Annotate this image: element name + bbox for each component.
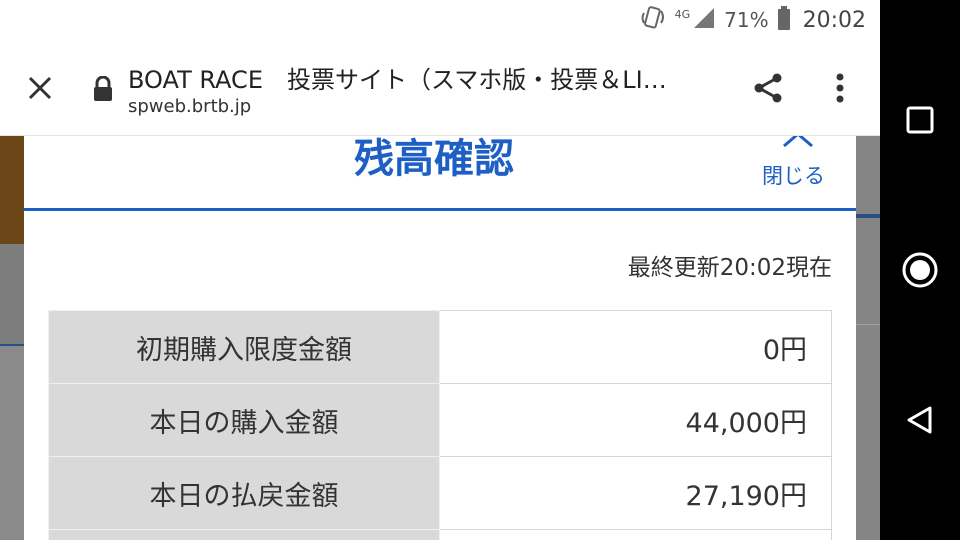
vibrate-icon: [639, 5, 667, 35]
table-row: [48, 529, 832, 540]
background-banner: [0, 136, 24, 244]
background-divider: [856, 214, 880, 218]
table-row: 初期購入限度金額 0円: [48, 310, 832, 384]
row-label: [48, 529, 440, 540]
system-nav-bar: [880, 0, 960, 540]
more-options-button[interactable]: [820, 68, 860, 108]
table-row: 本日の払戻金額 27,190円: [48, 456, 832, 530]
lock-icon: [92, 75, 114, 102]
back-button[interactable]: [898, 398, 942, 442]
table-row: 本日の購入金額 44,000円: [48, 383, 832, 457]
row-value: 44,000円: [439, 383, 832, 457]
signal-icon: [692, 6, 716, 34]
home-button[interactable]: [898, 248, 942, 292]
phone-screen: 4G 71% 20:02 BOAT RACE 投票サイト（スマホ版・投票＆LI……: [0, 0, 880, 540]
share-icon: [754, 73, 782, 103]
background-right-strip: [856, 136, 880, 540]
battery-icon: [777, 6, 791, 34]
status-bar: 4G 71% 20:02: [0, 0, 880, 40]
recents-button[interactable]: [898, 98, 942, 142]
modal-close-label: 閉じる: [762, 164, 825, 188]
modal-header: 残高確認 閉じる: [24, 136, 856, 211]
balance-modal: 残高確認 閉じる 最終更新20:02現在 初期購入限度金額 0円 本日の購入金額…: [24, 136, 856, 540]
balance-table: 初期購入限度金額 0円 本日の購入金額 44,000円 本日の払戻金額 27,1…: [48, 310, 832, 540]
modal-close-button[interactable]: 閉じる: [754, 136, 844, 206]
last-updated: 最終更新20:02現在: [627, 255, 832, 281]
network-type: 4G: [674, 7, 691, 21]
row-label: 本日の払戻金額: [48, 456, 440, 530]
more-vert-icon: [836, 73, 844, 103]
page-title[interactable]: BOAT RACE 投票サイト（スマホ版・投票＆LI…: [128, 60, 728, 95]
browser-toolbar: BOAT RACE 投票サイト（スマホ版・投票＆LI… spweb.brtb.j…: [0, 40, 880, 136]
close-tab-button[interactable]: [20, 68, 60, 108]
battery-percent: 71%: [724, 8, 769, 32]
chevron-up-icon: [783, 136, 813, 148]
square-icon: [906, 106, 934, 134]
row-value: 27,190円: [439, 456, 832, 530]
row-label: 初期購入限度金額: [48, 310, 440, 384]
clock: 20:02: [802, 7, 866, 33]
page-url[interactable]: spweb.brtb.jp: [128, 96, 251, 117]
row-value: [439, 529, 832, 540]
status-icons: 4G 71% 20:02: [639, 6, 866, 34]
share-button[interactable]: [748, 68, 788, 108]
close-icon: [28, 76, 52, 100]
back-triangle-icon: [907, 406, 932, 434]
home-circle-icon: [902, 252, 938, 288]
background-divider: [856, 324, 880, 325]
row-label: 本日の購入金額: [48, 383, 440, 457]
background-band: [0, 244, 24, 346]
modal-title: 残高確認: [354, 136, 514, 182]
row-value: 0円: [439, 310, 832, 384]
